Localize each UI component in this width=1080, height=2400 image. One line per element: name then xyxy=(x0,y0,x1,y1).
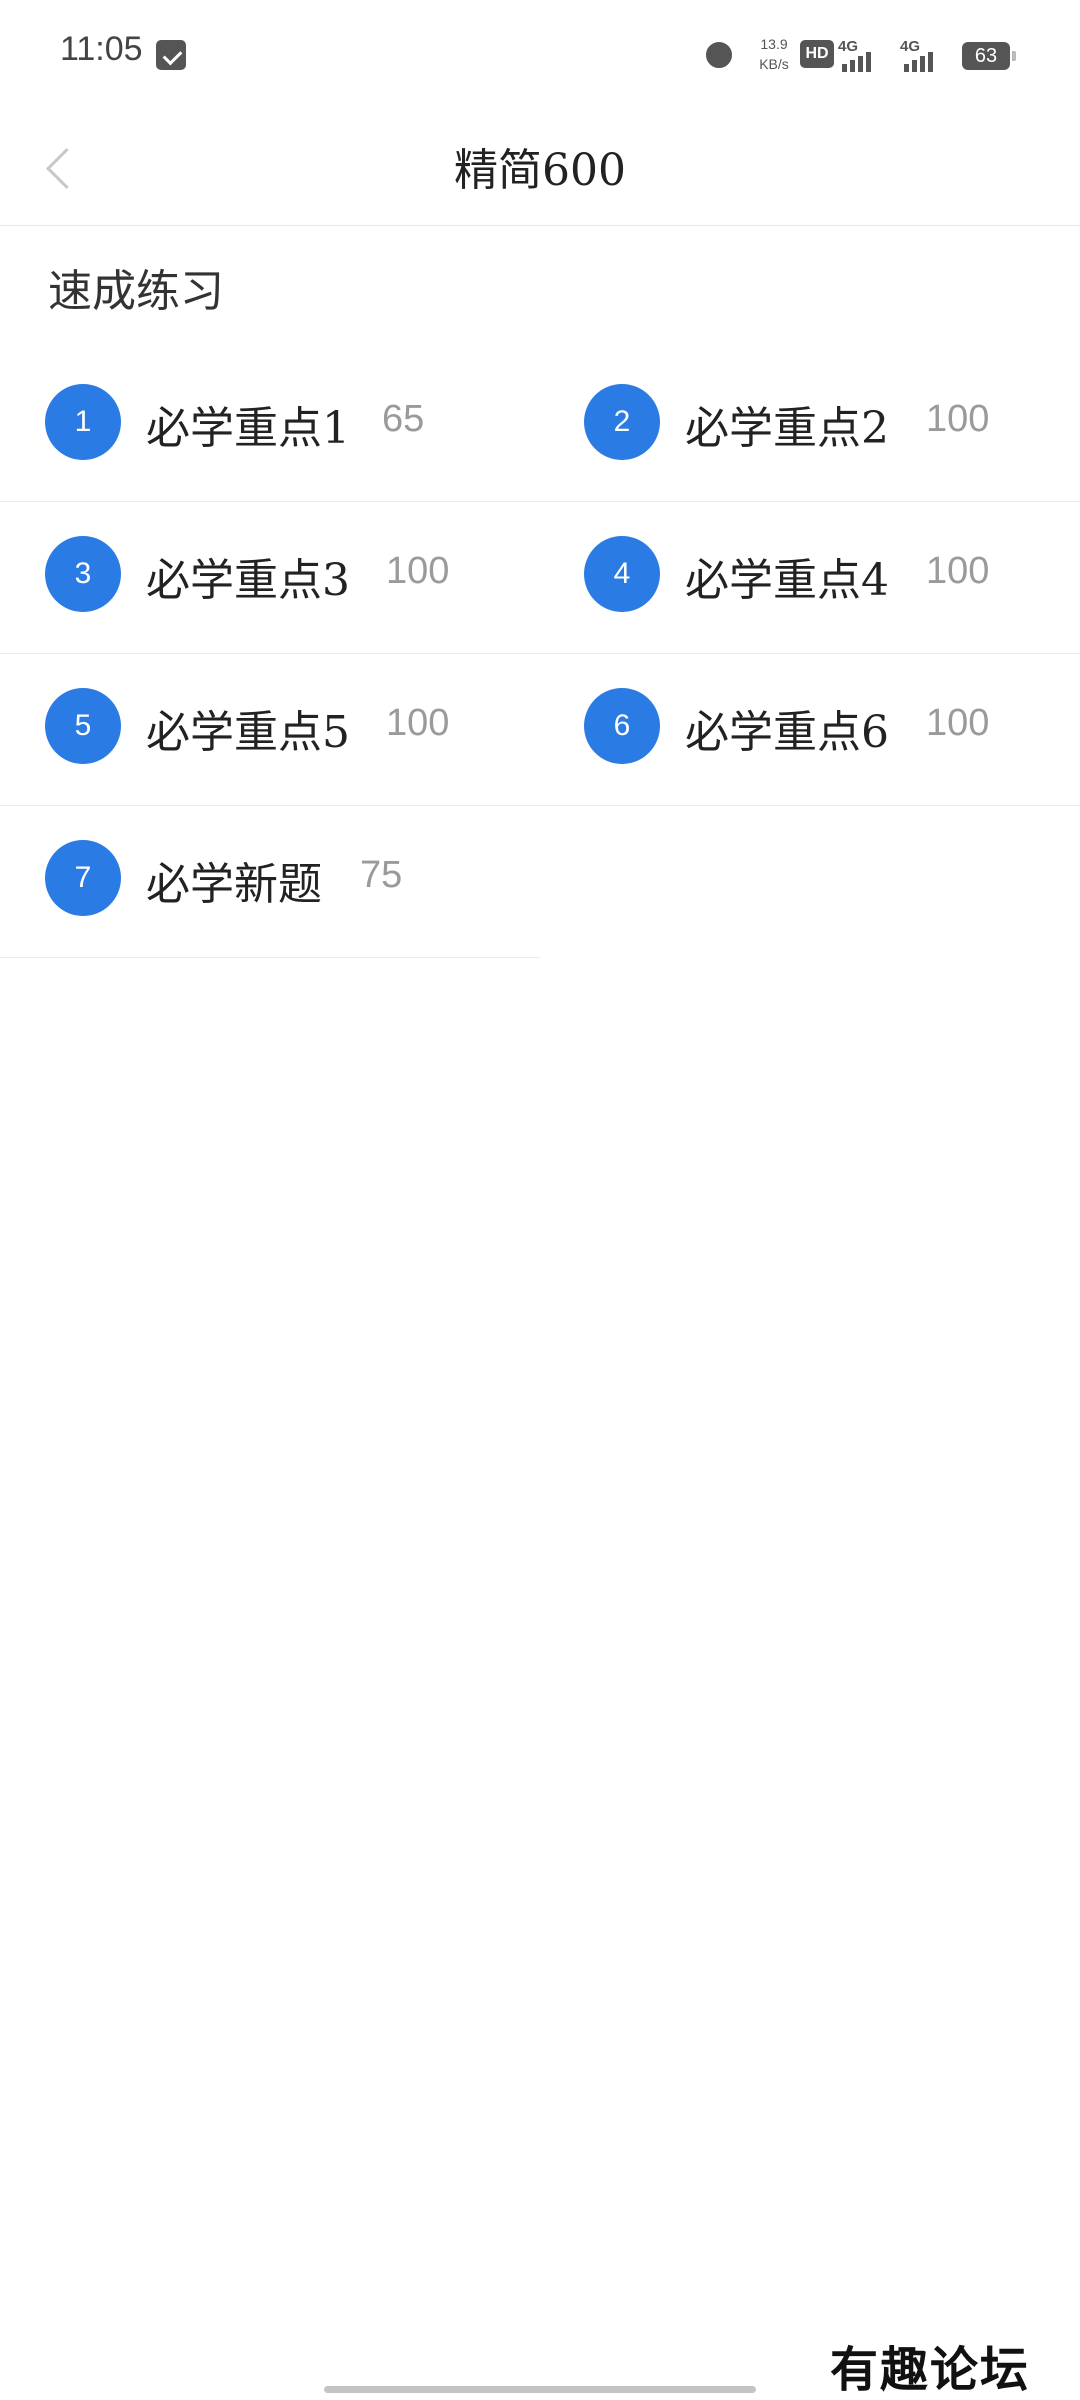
watermark-logo: 有趣论坛 xyxy=(830,2342,1031,2398)
signal-icon-sim1: 4G xyxy=(838,38,888,72)
item-count: 65 xyxy=(382,398,425,440)
item-count: 100 xyxy=(386,550,450,592)
hd-icon: HD xyxy=(800,40,834,68)
item-name: 必学重点5 xyxy=(146,707,350,758)
practice-item-7[interactable]: 7 必学新题 75 xyxy=(0,806,540,958)
item-count: 100 xyxy=(926,398,990,440)
practice-item-4[interactable]: 4 必学重点4 100 xyxy=(540,502,1080,654)
status-bar: 11:05 13.9 KB/s HD 4G 4G 63 xyxy=(0,0,1080,110)
practice-item-5[interactable]: 5 必学重点5 100 xyxy=(0,654,540,806)
item-number-badge: 2 xyxy=(584,384,660,460)
item-name: 必学重点3 xyxy=(146,555,350,606)
item-count: 75 xyxy=(360,854,403,896)
item-number-badge: 4 xyxy=(584,536,660,612)
network-speed: 13.9 KB/s xyxy=(752,34,796,74)
item-count: 100 xyxy=(386,702,450,744)
item-number-badge: 7 xyxy=(45,840,121,916)
section-title: 速成练习 xyxy=(48,266,224,317)
battery-icon: 63 xyxy=(962,42,1016,70)
signal-icon-sim2: 4G xyxy=(900,38,950,72)
item-name: 必学重点2 xyxy=(685,403,889,454)
item-name: 必学重点1 xyxy=(146,403,350,454)
notification-icon xyxy=(156,40,186,70)
item-count: 100 xyxy=(926,550,990,592)
item-name: 必学重点6 xyxy=(685,707,889,758)
item-number-badge: 1 xyxy=(45,384,121,460)
practice-item-1[interactable]: 1 必学重点1 65 xyxy=(0,350,540,502)
home-indicator[interactable] xyxy=(324,2386,756,2393)
alarm-icon xyxy=(706,42,732,68)
practice-item-3[interactable]: 3 必学重点3 100 xyxy=(0,502,540,654)
item-name: 必学重点4 xyxy=(685,555,889,606)
item-name: 必学新题 xyxy=(146,859,322,910)
practice-item-2[interactable]: 2 必学重点2 100 xyxy=(540,350,1080,502)
page-title: 精简600 xyxy=(454,145,626,196)
network-speed-value: 13.9 xyxy=(760,36,788,52)
app-header: 精简600 xyxy=(0,110,1080,226)
status-time: 11:05 xyxy=(60,30,143,68)
item-number-badge: 6 xyxy=(584,688,660,764)
network-speed-unit: KB/s xyxy=(759,56,789,72)
item-number-badge: 5 xyxy=(45,688,121,764)
item-number-badge: 3 xyxy=(45,536,121,612)
practice-item-6[interactable]: 6 必学重点6 100 xyxy=(540,654,1080,806)
item-count: 100 xyxy=(926,702,990,744)
